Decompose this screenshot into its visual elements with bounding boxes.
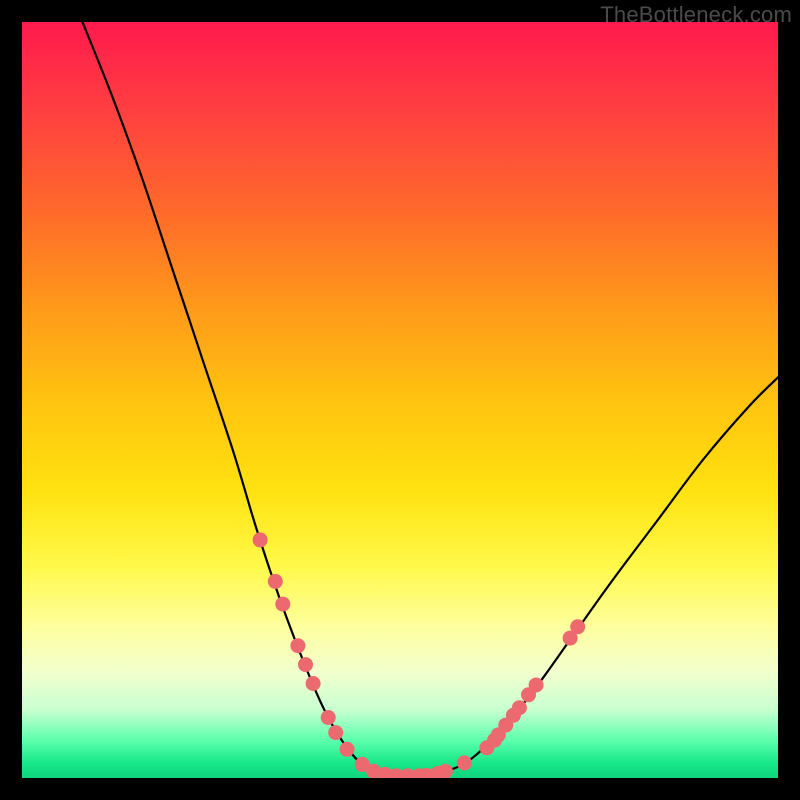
watermark-text: TheBottleneck.com: [600, 2, 792, 28]
data-marker: [340, 742, 355, 757]
data-marker: [529, 678, 544, 693]
data-marker: [457, 755, 472, 770]
data-marker: [512, 700, 527, 715]
data-marker: [438, 764, 453, 778]
data-marker: [298, 657, 313, 672]
data-marker: [268, 574, 283, 589]
data-marker: [290, 638, 305, 653]
data-markers: [253, 532, 586, 778]
data-marker: [306, 676, 321, 691]
data-marker: [321, 710, 336, 725]
data-marker: [328, 725, 343, 740]
data-marker: [570, 619, 585, 634]
bottleneck-curve: [82, 22, 778, 777]
data-marker: [253, 532, 268, 547]
data-marker: [275, 597, 290, 612]
chart-plot-area: [22, 22, 778, 778]
chart-svg: [22, 22, 778, 778]
